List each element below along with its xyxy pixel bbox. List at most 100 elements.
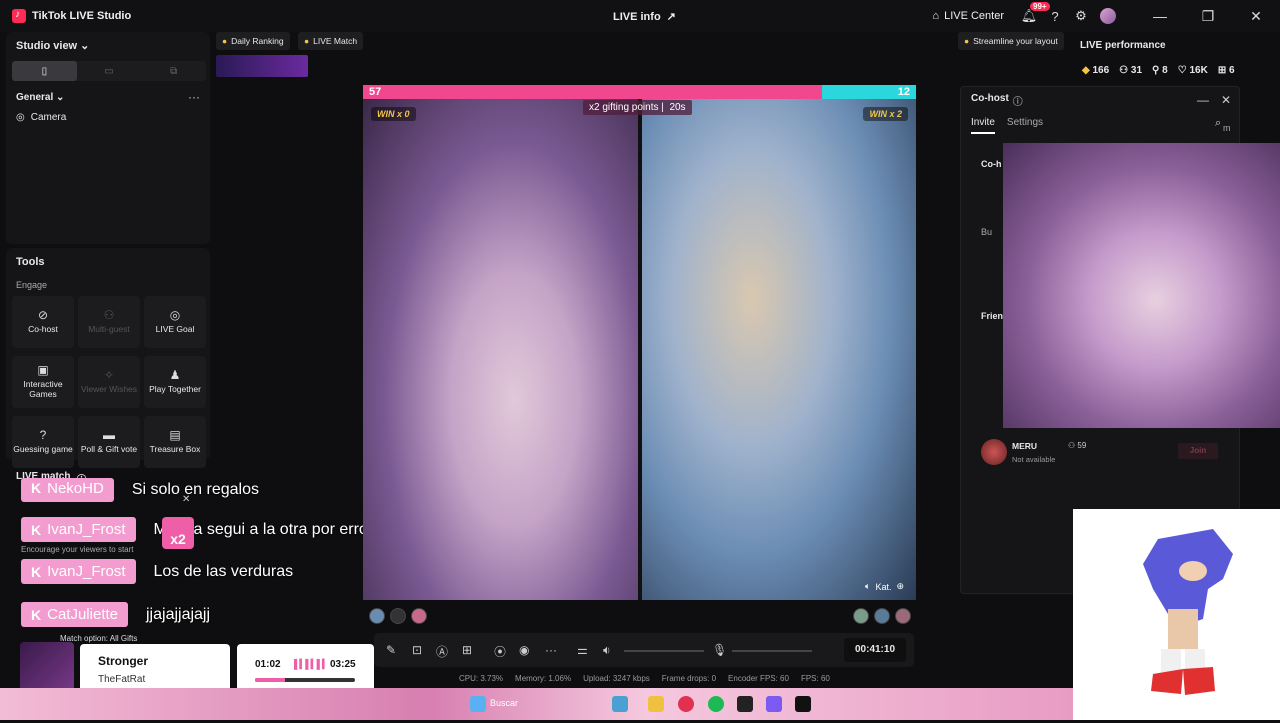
- add-icon[interactable]: ⊕: [896, 581, 904, 592]
- home-icon: ⌂: [932, 10, 940, 22]
- partial-label: m: [1223, 123, 1231, 133]
- tool-label: Poll & Gift vote: [80, 444, 138, 454]
- magic-wand-icon[interactable]: ✎: [386, 643, 396, 657]
- studio-panel: Studio view ⌄ ▯ ▭ ⧉ General ⌄ ··· ◎ Came…: [6, 32, 210, 244]
- taskbar-app-icon[interactable]: [612, 696, 628, 712]
- tool-treasure-box[interactable]: ▤ Treasure Box: [144, 416, 206, 468]
- follow-icon: ⚲: [1152, 65, 1160, 76]
- app-title: TikTok LIVE Studio: [32, 10, 132, 22]
- avatar[interactable]: [1100, 8, 1116, 24]
- sonic-sprite-overlay: [1073, 509, 1280, 720]
- tool-interactive-games[interactable]: ▣ Interactive Games: [12, 356, 74, 408]
- chat-username: K IvanJ_Frost: [21, 559, 136, 584]
- opera-icon[interactable]: [678, 696, 694, 712]
- tool-guessing-game[interactable]: ? Guessing game: [12, 416, 74, 468]
- close-icon[interactable]: ✕: [1221, 93, 1231, 107]
- opponent-tag: 🔈︎ Kat. ⊕: [865, 581, 904, 592]
- waveform-icon: ▌▍▌▍▌▍: [294, 659, 329, 669]
- daily-ranking-chip[interactable]: ● Daily Ranking: [216, 32, 290, 50]
- streamline-layout-chip[interactable]: ● Streamline your layout: [958, 32, 1064, 50]
- help-icon[interactable]: ?: [1042, 9, 1068, 24]
- gear-icon[interactable]: ⚙: [1068, 8, 1094, 24]
- live-performance-title: LIVE performance: [1080, 40, 1166, 51]
- tab-invite[interactable]: Invite: [971, 117, 995, 134]
- windows-start-icon[interactable]: [470, 696, 486, 712]
- tools-title: Tools: [16, 256, 45, 268]
- close-icon[interactable]: ✕: [182, 494, 190, 505]
- join-button[interactable]: Join: [1178, 443, 1218, 459]
- chat-message: K NekoHD Si solo en regalos: [21, 478, 259, 502]
- info-icon[interactable]: ⓘ: [1013, 93, 1023, 108]
- tab-settings[interactable]: Settings: [1007, 117, 1043, 134]
- target-icon: ◎: [169, 308, 181, 322]
- cohost-title-label: Co-host: [971, 93, 1009, 104]
- taskbar-app-icon[interactable]: [737, 696, 753, 712]
- live-center-button[interactable]: ⌂ LIVE Center: [932, 10, 1004, 22]
- tiktok-k-icon: K: [31, 563, 42, 580]
- music-progress-bar[interactable]: [255, 678, 355, 682]
- daily-ranking-label: Daily Ranking: [231, 36, 284, 46]
- friend-status: Not available: [1012, 455, 1056, 464]
- tool-play-together[interactable]: ♟ Play Together: [144, 356, 206, 408]
- more-icon[interactable]: ···: [188, 90, 200, 104]
- taskbar-app-icon[interactable]: [766, 696, 782, 712]
- viewer-avatar[interactable]: [853, 608, 869, 624]
- tool-co-host[interactable]: ⊘ Co-host: [12, 296, 74, 348]
- viewer-avatar[interactable]: [369, 608, 385, 624]
- promo-banner[interactable]: [216, 55, 308, 77]
- ai-icon[interactable]: Ⓐ: [436, 643, 448, 660]
- close-button[interactable]: ✕: [1232, 8, 1280, 25]
- viewer-avatar[interactable]: [874, 608, 890, 624]
- search-icon[interactable]: ⌕: [1215, 117, 1221, 130]
- viewers-value: 31: [1130, 65, 1143, 76]
- studio-view-label: Studio view: [16, 40, 78, 52]
- live-info-button[interactable]: LIVE info ↗: [613, 10, 676, 24]
- microphone-icon[interactable]: 🎙︎: [712, 643, 727, 657]
- dual-layout-icon[interactable]: ⧉: [141, 61, 206, 81]
- camera-source[interactable]: ◎ Camera: [16, 112, 66, 123]
- mute-icon[interactable]: 🔈︎: [865, 581, 870, 592]
- tool-viewer-wishes[interactable]: ✧ Viewer Wishes: [78, 356, 140, 408]
- performance-stats: CPU: 3.73% Memory: 1.06% Upload: 3247 kb…: [459, 674, 830, 683]
- tiktok-taskbar-icon[interactable]: [795, 696, 811, 712]
- tool-multi-guest[interactable]: ⚇ Multi-guest: [78, 296, 140, 348]
- battle-score-bar: 57 12: [363, 85, 916, 99]
- layout-icon[interactable]: ⊡: [412, 643, 422, 657]
- landscape-icon[interactable]: ▭: [77, 61, 142, 81]
- studio-view-dropdown[interactable]: Studio view ⌄: [16, 39, 89, 52]
- mic-volume-slider[interactable]: [732, 650, 812, 652]
- record-icon[interactable]: ⦿: [494, 643, 506, 660]
- minimize-button[interactable]: —: [1136, 8, 1184, 24]
- gamepad-icon: ▣: [37, 363, 49, 377]
- add-source-icon[interactable]: ⊞: [462, 643, 472, 657]
- minimize-icon[interactable]: —: [1197, 93, 1209, 107]
- taskbar-search[interactable]: Buscar: [490, 698, 518, 708]
- song-artist: TheFatRat: [98, 674, 146, 685]
- host-win-count: WIN x 0: [371, 107, 416, 121]
- tool-label: Viewer Wishes: [80, 384, 138, 394]
- folder-icon[interactable]: [648, 696, 664, 712]
- viewer-avatar[interactable]: [411, 608, 427, 624]
- viewer-avatar[interactable]: [895, 608, 911, 624]
- adjust-icon[interactable]: ⚌: [577, 643, 588, 657]
- gift-value: 6: [1229, 65, 1235, 76]
- viewer-avatar[interactable]: [390, 608, 406, 624]
- speaker-volume-slider[interactable]: [624, 650, 704, 652]
- live-match-chip[interactable]: ● LIVE Match: [298, 32, 364, 50]
- tool-live-goal[interactable]: ◎ LIVE Goal: [144, 296, 206, 348]
- live-toggle-icon[interactable]: ◉: [519, 643, 529, 657]
- live-timer: 00:41:10: [844, 638, 906, 662]
- spotify-icon[interactable]: [708, 696, 724, 712]
- likes-value: 16K: [1189, 65, 1208, 76]
- speaker-icon[interactable]: 🔉︎: [603, 643, 611, 658]
- gifting-countdown: 20s: [669, 102, 686, 113]
- diamond-icon: ◆: [1082, 65, 1090, 76]
- general-scene-dropdown[interactable]: General ⌄: [16, 92, 64, 103]
- tiktok-k-icon: K: [31, 480, 42, 496]
- portrait-icon[interactable]: ▯: [12, 61, 77, 81]
- tool-poll-gift-vote[interactable]: ▬ Poll & Gift vote: [78, 416, 140, 468]
- more-options-icon[interactable]: ···: [545, 643, 557, 657]
- host-score: 57: [363, 85, 822, 99]
- bell-icon[interactable]: 🔔︎ 99+: [1016, 2, 1050, 24]
- restore-button[interactable]: ❐: [1184, 8, 1232, 25]
